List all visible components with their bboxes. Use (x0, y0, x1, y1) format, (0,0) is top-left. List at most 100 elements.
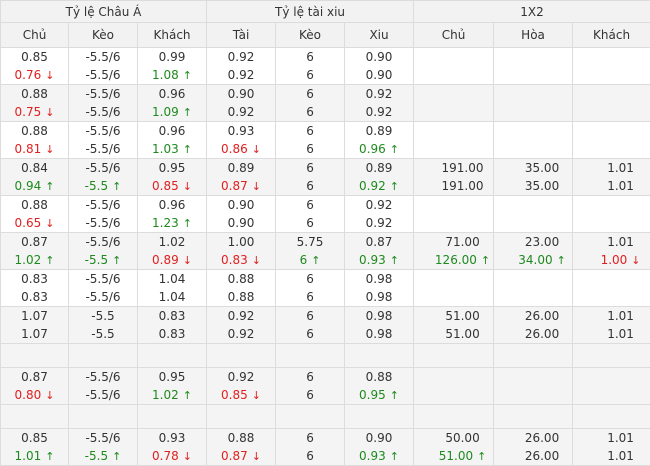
arrow-down-icon: ↓ (183, 254, 192, 267)
opening-odds: 1.04 (138, 270, 206, 288)
group-header-over-under: Tỷ lệ tài xiu (207, 1, 414, 23)
arrow-down-icon: ↓ (45, 389, 54, 402)
opening-odds: 6 (276, 196, 344, 214)
odds-value: 191.00 (442, 161, 484, 175)
odds-row: 0.830.83-5.5/6-5.5/61.041.040.880.88660.… (1, 270, 650, 307)
odds-value: 0.95 (159, 161, 186, 175)
cell-home: 0.880.81↓ (1, 122, 69, 159)
odds-value: 35.00 (525, 161, 559, 175)
odds-value: 0.93 (359, 449, 386, 463)
odds-table-body: 0.850.76↓-5.5/6-5.5/60.991.08↑0.920.9266… (1, 48, 650, 466)
cell-1x2-draw (494, 196, 573, 233)
odds-value: 0.92 (359, 179, 386, 193)
column-header-handicap: Kèo (69, 23, 138, 48)
cell-under: 0.920.92 (345, 85, 414, 122)
odds-value: -5.5/6 (85, 124, 120, 138)
odds-value: 1.04 (159, 290, 186, 304)
odds-value: 6 (306, 105, 314, 119)
odds-row: 0.840.94↑-5.5/6-5.5↑0.950.85↓0.890.87↓66… (1, 159, 650, 196)
current-odds: 0.93↑ (345, 251, 413, 269)
cell-under: 0.980.98 (345, 270, 414, 307)
odds-value: 0.87 (21, 235, 48, 249)
odds-value: 1.01 (607, 179, 634, 193)
odds-value: 0.88 (228, 431, 255, 445)
cell-line: 66 (276, 196, 345, 233)
current-odds: 0.85↓ (138, 177, 206, 195)
cell-1x2-away (573, 270, 650, 307)
odds-row: 0.880.81↓-5.5/6-5.5/60.961.03↑0.930.86↓6… (1, 122, 650, 159)
cell-1x2-away (573, 368, 650, 405)
odds-value: 0.92 (228, 309, 255, 323)
odds-value: -5.5/6 (85, 290, 120, 304)
cell-1x2-draw (494, 368, 573, 405)
current-odds: 0.98 (345, 325, 413, 343)
current-odds: 0.85↓ (207, 386, 275, 404)
cell-1x2-home (414, 368, 494, 405)
current-odds: 191.00 (414, 177, 493, 195)
odds-value: -5.5 (85, 449, 108, 463)
spacer-row (1, 344, 650, 368)
odds-value: 0.89 (366, 161, 393, 175)
odds-value: 6 (306, 370, 314, 384)
odds-row: 0.850.76↓-5.5/6-5.5/60.991.08↑0.920.9266… (1, 48, 650, 85)
opening-odds: 0.99 (138, 48, 206, 66)
current-odds: -5.5↑ (69, 251, 137, 269)
odds-value: -5.5 (85, 179, 108, 193)
cell-handicap: -5.5/6-5.5/6 (69, 196, 138, 233)
cell-line: 66 (276, 307, 345, 344)
current-odds: 0.81↓ (1, 140, 68, 158)
current-odds: -5.5/6 (69, 66, 137, 84)
odds-value: 0.87 (221, 179, 248, 193)
current-odds: 0.92 (345, 214, 413, 232)
opening-odds: 0.89 (345, 122, 413, 140)
cell-1x2-home (414, 85, 494, 122)
odds-value: 1.09 (152, 105, 179, 119)
arrow-down-icon: ↓ (252, 254, 261, 267)
odds-value: 0.85 (21, 431, 48, 445)
cell-1x2-draw: 23.0034.00↑ (494, 233, 573, 270)
cell-1x2-home (414, 48, 494, 85)
arrow-up-icon: ↑ (183, 143, 192, 156)
odds-value: 0.85 (152, 179, 179, 193)
arrow-up-icon: ↑ (183, 106, 192, 119)
cell-under: 0.900.93↑ (345, 429, 414, 466)
current-odds: 0.80↓ (1, 386, 68, 404)
cell-home: 0.871.02↑ (1, 233, 69, 270)
opening-odds: 0.87 (1, 368, 68, 386)
opening-odds: 0.96 (138, 196, 206, 214)
odds-value: 0.92 (366, 105, 393, 119)
spacer-cell (414, 405, 494, 429)
column-header-line: Kèo (276, 23, 345, 48)
odds-value: 0.78 (152, 449, 179, 463)
arrow-up-icon: ↑ (45, 180, 54, 193)
cell-over: 0.920.92 (207, 48, 276, 85)
opening-odds: 6 (276, 122, 344, 140)
odds-row: 0.871.02↑-5.5/6-5.5↑1.020.89↓1.000.83↓5.… (1, 233, 650, 270)
opening-odds: 0.90 (345, 48, 413, 66)
current-odds: 1.00↓ (573, 251, 650, 269)
odds-value: 0.75 (15, 105, 42, 119)
cell-away: 0.961.09↑ (138, 85, 207, 122)
odds-value: 0.88 (228, 290, 255, 304)
current-odds: -5.5 (69, 325, 137, 343)
odds-value: -5.5/6 (85, 50, 120, 64)
odds-value: -5.5 (91, 309, 114, 323)
opening-odds: 5.75 (276, 233, 344, 251)
odds-row: 0.870.80↓-5.5/6-5.5/60.951.02↑0.920.85↓6… (1, 368, 650, 405)
current-odds: 0.75↓ (1, 103, 68, 121)
opening-odds: 0.85 (1, 48, 68, 66)
spacer-cell (414, 344, 494, 368)
odds-value: 0.99 (159, 50, 186, 64)
odds-value: 1.01 (607, 327, 634, 341)
cell-line: 66 (276, 122, 345, 159)
cell-under: 0.920.92 (345, 196, 414, 233)
current-odds: 51.00 (414, 325, 493, 343)
cell-handicap: -5.5/6-5.5↑ (69, 233, 138, 270)
opening-odds: 1.00 (207, 233, 275, 251)
opening-odds: 0.89 (207, 159, 275, 177)
opening-odds: 0.98 (345, 307, 413, 325)
current-odds: 1.01 (573, 325, 650, 343)
opening-odds: 6 (276, 429, 344, 447)
current-odds: -5.5↑ (69, 177, 137, 195)
cell-handicap: -5.5/6-5.5/6 (69, 270, 138, 307)
